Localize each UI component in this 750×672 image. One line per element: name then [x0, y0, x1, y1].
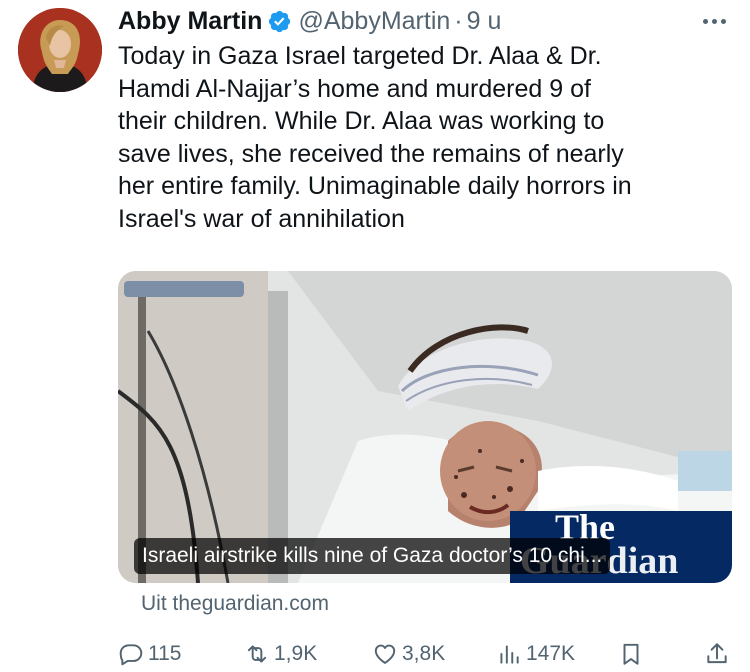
reply-button[interactable]: 115 [118, 636, 181, 672]
link-card[interactable]: The Guardian Israeli airstrike kills nin… [118, 271, 732, 583]
link-source[interactable]: Uit theguardian.com [141, 592, 329, 616]
repost-icon [247, 645, 267, 663]
more-icon[interactable] [698, 7, 730, 35]
verified-badge-icon [269, 10, 291, 32]
heart-icon [374, 644, 396, 664]
reply-icon [119, 644, 143, 666]
tweet-text: Today in Gaza Israel targeted Dr. Alaa &… [118, 42, 632, 233]
link-card-title[interactable]: Israeli airstrike kills nine of Gaza doc… [134, 538, 611, 574]
author-avatar[interactable] [18, 8, 102, 92]
repost-button[interactable]: 1,9K [244, 636, 317, 672]
share-icon [707, 643, 727, 664]
share-button[interactable] [704, 636, 734, 672]
repost-count: 1,9K [274, 642, 318, 665]
tweet-time[interactable]: 9 u [467, 7, 502, 36]
avatar-image [18, 8, 102, 92]
tweet-header: Abby Martin @AbbyMartin · 9 u [118, 4, 730, 38]
views-icon [500, 645, 519, 664]
like-count: 3,8K [402, 642, 446, 665]
reply-count: 115 [148, 642, 182, 665]
views-button[interactable]: 147K [496, 636, 575, 672]
author-name[interactable]: Abby Martin [118, 7, 262, 36]
bookmark-icon [623, 643, 639, 665]
like-button[interactable]: 3,8K [372, 636, 445, 672]
bookmark-button[interactable] [618, 636, 648, 672]
views-count: 147K [526, 642, 576, 665]
author-handle[interactable]: @AbbyMartin [298, 7, 450, 36]
separator-dot: · [454, 6, 463, 35]
tweet-actions: 115 1,9K 3,8K 147K [118, 636, 732, 672]
